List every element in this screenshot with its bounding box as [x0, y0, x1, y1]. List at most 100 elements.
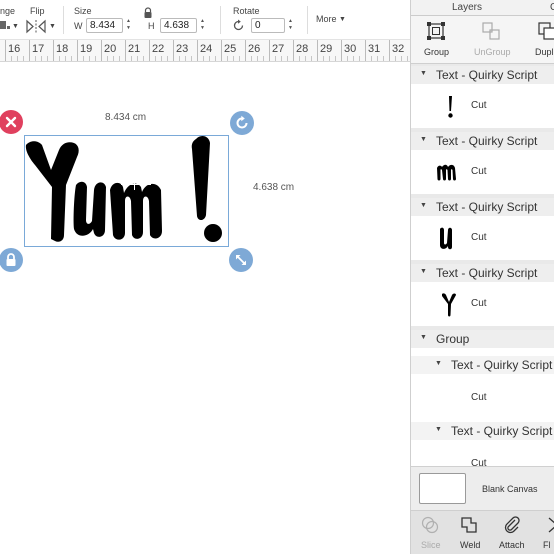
ruler-tick-label: 19 — [80, 43, 93, 55]
layer-operation: Cut — [471, 298, 487, 309]
layer-operation: Cut — [471, 166, 487, 177]
paperclip-icon — [504, 516, 520, 534]
slice-button[interactable]: Slice — [411, 511, 451, 554]
duplicate-button[interactable]: Dupli — [525, 16, 554, 64]
blank-canvas-row[interactable]: Blank Canvas — [411, 466, 554, 510]
ruler-minor-tick — [281, 56, 282, 61]
group-layer[interactable]: ▼ Group ▼ Text - Quirky Script Cut ▼ Tex… — [411, 330, 554, 469]
ruler-minor-tick — [179, 56, 180, 61]
ruler-major-tick — [53, 40, 54, 61]
resize-handle[interactable] — [228, 247, 254, 273]
layer-item[interactable]: ▼ Text - Quirky Script Cut — [411, 264, 554, 326]
ruler-tick-label: 26 — [248, 43, 261, 55]
ungroup-label: UnGroup — [474, 47, 511, 57]
layer-header: ▼ Text - Quirky Script — [411, 132, 554, 150]
ruler-minor-tick — [59, 56, 60, 61]
ruler-minor-tick — [113, 56, 114, 61]
ruler-minor-tick — [383, 56, 384, 61]
ruler-minor-tick — [359, 56, 360, 61]
layer-title: Text - Quirky Script — [436, 200, 538, 214]
close-icon — [0, 110, 23, 134]
rotate-handle[interactable] — [229, 110, 255, 136]
height-stepper[interactable]: ▲ ▼ — [198, 18, 207, 33]
layer-header: ▼ Text - Quirky Script — [411, 198, 554, 216]
ruler-major-tick — [365, 40, 366, 61]
ruler-major-tick — [149, 40, 150, 61]
design-canvas[interactable]: 8.434 cm 4.638 cm — [0, 62, 410, 554]
ruler-major-tick — [341, 40, 342, 61]
group-child-header[interactable]: ▼ Text - Quirky Script — [411, 422, 554, 440]
height-prefix: H — [148, 21, 155, 31]
layer-actions-bar: Group UnGroup Dupli — [411, 16, 554, 64]
layer-header: ▼ Text - Quirky Script — [411, 264, 554, 282]
flatten-button[interactable]: Fl — [539, 511, 554, 554]
ruler-minor-tick — [371, 56, 372, 61]
more-label: More — [316, 14, 337, 24]
attach-button[interactable]: Attach — [494, 511, 534, 554]
ruler-minor-tick — [329, 56, 330, 61]
selection-box[interactable] — [24, 135, 229, 247]
layer-operation: Cut — [471, 232, 487, 243]
lock-aspect-icon[interactable] — [143, 6, 153, 18]
width-dimension-label: 8.434 cm — [105, 112, 147, 123]
layer-item[interactable]: ▼ Text - Quirky Script Cut — [411, 132, 554, 194]
blank-canvas-swatch[interactable] — [419, 473, 466, 504]
ruler-minor-tick — [347, 56, 348, 61]
duplicate-label: Dupli — [535, 47, 554, 57]
ruler-tick-label: 27 — [272, 43, 285, 55]
layer-item[interactable]: ▼ Text - Quirky Script Cut — [411, 198, 554, 260]
width-stepper[interactable]: ▲ ▼ — [124, 18, 133, 33]
collapse-caret-icon[interactable]: ▼ — [420, 268, 427, 275]
ruler-tick-label: 25 — [224, 43, 237, 55]
ruler-minor-tick — [191, 56, 192, 61]
flip-icon — [26, 19, 46, 34]
more-button[interactable]: More ▼ — [316, 14, 348, 28]
ruler-major-tick — [269, 40, 270, 61]
exclamation-glyph-thumbnail — [448, 96, 453, 118]
m-glyph-thumbnail — [437, 164, 456, 181]
ruler-minor-tick — [161, 56, 162, 61]
ruler-major-tick — [245, 40, 246, 61]
flatten-icon — [548, 517, 554, 533]
ruler-minor-tick — [23, 56, 24, 61]
layer-item[interactable]: ▼ Text - Quirky Script Cut — [411, 66, 554, 128]
ruler-minor-tick — [209, 56, 210, 61]
layer-title: Text - Quirky Script — [436, 68, 538, 82]
collapse-caret-icon[interactable]: ▼ — [420, 334, 427, 341]
collapse-caret-icon[interactable]: ▼ — [420, 202, 427, 209]
ungroup-button[interactable]: UnGroup — [466, 16, 516, 64]
ruler-tick-label: 18 — [56, 43, 69, 55]
ruler-minor-tick — [275, 56, 276, 61]
edit-toolbar: nge ▼ Flip ▼ Size W 8.434 ▲ ▼ H 4.638 ▲ ▼ … — [0, 0, 410, 40]
rotate-stepper[interactable]: ▲ ▼ — [286, 18, 295, 33]
slice-icon — [421, 516, 439, 534]
collapse-caret-icon[interactable]: ▼ — [435, 426, 442, 433]
rotate-field[interactable]: 0 — [251, 18, 285, 33]
lock-icon — [0, 248, 23, 272]
ruler-tick-label: 29 — [320, 43, 333, 55]
tab-color-sync[interactable]: C — [550, 2, 554, 13]
arrange-label: nge — [0, 6, 16, 16]
arrange-menu[interactable] — [0, 18, 12, 34]
ruler-minor-tick — [143, 56, 144, 61]
group-child-header[interactable]: ▼ Text - Quirky Script — [411, 356, 554, 374]
collapse-caret-icon[interactable]: ▼ — [435, 360, 442, 367]
ruler-tick-label: 23 — [176, 43, 189, 55]
ruler-major-tick — [29, 40, 30, 61]
collapse-caret-icon[interactable]: ▼ — [420, 136, 427, 143]
height-field[interactable]: 4.638 — [160, 18, 197, 33]
ruler-tick-label: 21 — [128, 43, 141, 55]
attach-label: Attach — [499, 540, 525, 550]
tab-layers[interactable]: Layers — [452, 2, 482, 13]
ruler-minor-tick — [299, 56, 300, 61]
lock-handle[interactable] — [0, 247, 24, 273]
group-title: Group — [436, 332, 470, 346]
delete-handle[interactable] — [0, 109, 24, 135]
flip-menu[interactable] — [25, 19, 49, 34]
group-button[interactable]: Group — [411, 16, 461, 64]
collapse-caret-icon[interactable]: ▼ — [420, 70, 427, 77]
height-dimension-label: 4.638 cm — [253, 182, 295, 193]
weld-button[interactable]: Weld — [451, 511, 491, 554]
ruler-major-tick — [389, 40, 390, 61]
width-field[interactable]: 8.434 — [86, 18, 123, 33]
